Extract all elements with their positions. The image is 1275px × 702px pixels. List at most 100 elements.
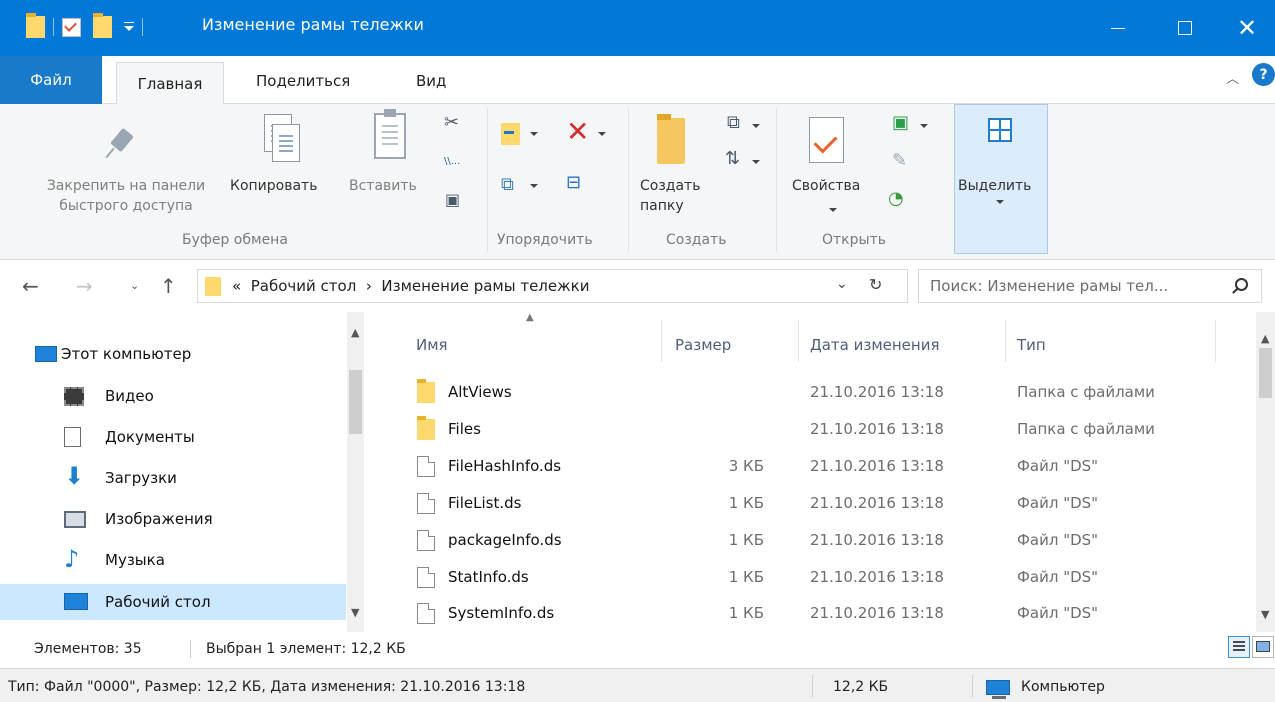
open-dropdown-icon[interactable]	[920, 124, 928, 128]
easy-access-dropdown-icon[interactable]	[752, 160, 760, 164]
tab-file[interactable]: Файл	[0, 56, 102, 104]
column-divider[interactable]	[798, 320, 799, 362]
explorer-window: Изменение рамы тележки ✕ Файл Главная По…	[0, 0, 1275, 702]
copy-to-icon[interactable]: ⧉	[501, 174, 514, 195]
nav-scrollbar-thumb[interactable]	[349, 370, 362, 434]
properties-button[interactable]: Свойства	[792, 176, 860, 196]
file-size: 1 КБ	[728, 531, 764, 549]
new-item-dropdown-icon[interactable]	[752, 124, 760, 128]
nav-item-video[interactable]: Видео	[0, 378, 346, 414]
scroll-up-icon[interactable]: ▲	[1261, 332, 1269, 345]
copy-path-icon[interactable]: \\...	[444, 156, 460, 167]
file-row-altviews[interactable]: AltViews 21.10.2016 13:18 Папка с файлам…	[364, 374, 1239, 411]
breadcrumb-separator[interactable]: ›	[366, 277, 372, 295]
group-separator	[776, 108, 777, 252]
up-button[interactable]: ↑	[160, 274, 177, 298]
file-type: Файл "DS"	[1017, 568, 1099, 586]
file-size: 1 КБ	[728, 494, 764, 512]
move-to-icon[interactable]	[501, 123, 520, 145]
minimize-button[interactable]	[1089, 0, 1147, 56]
easy-access-icon[interactable]: ⇅	[725, 148, 740, 169]
quick-access-toolbar	[26, 12, 151, 42]
file-list-scrollbar[interactable]: ▲ ▼	[1256, 312, 1275, 632]
folder-icon[interactable]	[26, 13, 45, 38]
breadcrumb-current[interactable]: Изменение рамы тележки	[381, 277, 589, 295]
file-row-packageinfo[interactable]: packageInfo.ds 1 КБ 21.10.2016 13:18 Фай…	[364, 522, 1239, 559]
pin-label-line1: Закрепить на панели	[46, 178, 206, 194]
recent-locations-icon[interactable]: ⌄	[130, 279, 139, 292]
paste-shortcut-icon[interactable]: ▣	[445, 190, 460, 209]
nav-item-documents[interactable]: Документы	[0, 419, 346, 455]
video-icon	[64, 387, 84, 406]
edit-icon[interactable]: ✎	[892, 150, 907, 171]
help-icon[interactable]: ?	[1252, 63, 1275, 86]
refresh-icon[interactable]: ↻	[869, 275, 882, 294]
file-row-filehashinfo[interactable]: FileHashInfo.ds 3 КБ 21.10.2016 13:18 Фа…	[364, 448, 1239, 485]
group-create-label: Создать	[666, 232, 727, 248]
forward-button[interactable]: →	[76, 274, 93, 298]
properties-dropdown-icon[interactable]	[829, 208, 837, 212]
nav-item-label: Документы	[105, 428, 195, 446]
nav-item-this-pc[interactable]: Этот компьютер	[0, 336, 346, 372]
file-row-systeminfo[interactable]: SystemInfo.ds 1 КБ 21.10.2016 13:18 Файл…	[364, 595, 1239, 632]
new-item-icon[interactable]: ⧉	[727, 112, 740, 133]
collapse-ribbon-icon[interactable]: ︿	[1226, 68, 1239, 87]
customize-qat-dropdown-icon[interactable]	[124, 21, 134, 31]
file-name: StatInfo.ds	[448, 568, 529, 586]
column-divider[interactable]	[661, 320, 662, 362]
large-icons-view-button[interactable]	[1252, 636, 1274, 658]
breadcrumb-overflow[interactable]: «	[232, 277, 241, 295]
nav-item-desktop[interactable]: Рабочий стол	[0, 584, 346, 620]
new-folder-button[interactable]: Создать папку	[640, 176, 700, 216]
properties-check-icon[interactable]	[62, 17, 81, 37]
scroll-down-icon[interactable]: ▼	[1261, 608, 1269, 621]
column-divider[interactable]	[1215, 320, 1216, 362]
details-view-button[interactable]	[1228, 636, 1250, 658]
computer-icon	[35, 346, 57, 362]
open-icon[interactable]: ▣	[892, 112, 909, 133]
paste-button[interactable]: Вставить	[349, 176, 417, 196]
delete-icon[interactable]: ✕	[566, 118, 589, 146]
close-button[interactable]: ✕	[1218, 0, 1275, 56]
delete-dropdown-icon[interactable]	[598, 132, 606, 136]
copy-to-dropdown-icon[interactable]	[530, 184, 538, 188]
file-size: 1 КБ	[728, 604, 764, 622]
file-row-filelist[interactable]: FileList.ds 1 КБ 21.10.2016 13:18 Файл "…	[364, 485, 1239, 522]
rename-icon[interactable]: ⊟	[566, 172, 581, 193]
copy-button[interactable]: Копировать	[230, 176, 317, 196]
music-icon: ♪	[64, 545, 80, 573]
ribbon-tabs: Файл Главная Поделиться Вид	[0, 56, 1275, 105]
cut-icon[interactable]: ✂	[444, 112, 459, 133]
nav-scrollbar[interactable]: ▲ ▼	[347, 312, 364, 632]
pictures-icon	[64, 511, 86, 528]
column-size[interactable]: Размер	[675, 336, 731, 354]
file-list-scrollbar-thumb[interactable]	[1259, 348, 1272, 398]
history-icon[interactable]: ◔	[888, 188, 904, 209]
new-folder-icon[interactable]	[93, 13, 112, 38]
file-row-statinfo[interactable]: StatInfo.ds 1 КБ 21.10.2016 13:18 Файл "…	[364, 559, 1239, 596]
column-type[interactable]: Тип	[1017, 336, 1046, 354]
column-name[interactable]: Имя	[416, 336, 448, 354]
pin-to-quick-access-button[interactable]: Закрепить на панели быстрого доступа	[26, 176, 226, 216]
nav-item-pictures[interactable]: Изображения	[0, 501, 346, 537]
column-divider[interactable]	[1005, 320, 1006, 362]
file-date: 21.10.2016 13:18	[810, 383, 944, 401]
back-button[interactable]: ←	[22, 274, 39, 298]
scroll-down-icon[interactable]: ▼	[351, 606, 359, 619]
maximize-button[interactable]	[1156, 0, 1214, 56]
address-bar[interactable]: « Рабочий стол › Изменение рамы тележки …	[197, 269, 908, 303]
file-type: Файл "DS"	[1017, 457, 1099, 475]
nav-item-music[interactable]: ♪ Музыка	[0, 542, 346, 578]
column-date-modified[interactable]: Дата изменения	[810, 336, 940, 354]
nav-item-label: Этот компьютер	[61, 345, 192, 363]
move-to-dropdown-icon[interactable]	[530, 132, 538, 136]
breadcrumb-desktop[interactable]: Рабочий стол	[251, 277, 357, 295]
tab-view[interactable]: Вид	[416, 72, 446, 90]
tab-share[interactable]: Поделиться	[256, 72, 350, 90]
file-row-files[interactable]: Files 21.10.2016 13:18 Папка с файлами	[364, 411, 1239, 448]
search-box[interactable]: Поиск: Изменение рамы тел...	[918, 269, 1262, 303]
tab-home[interactable]: Главная	[116, 62, 224, 105]
address-history-icon[interactable]: ⌄	[836, 276, 848, 292]
scroll-up-icon[interactable]: ▲	[351, 326, 359, 339]
nav-item-downloads[interactable]: ⬇ Загрузки	[0, 460, 346, 496]
